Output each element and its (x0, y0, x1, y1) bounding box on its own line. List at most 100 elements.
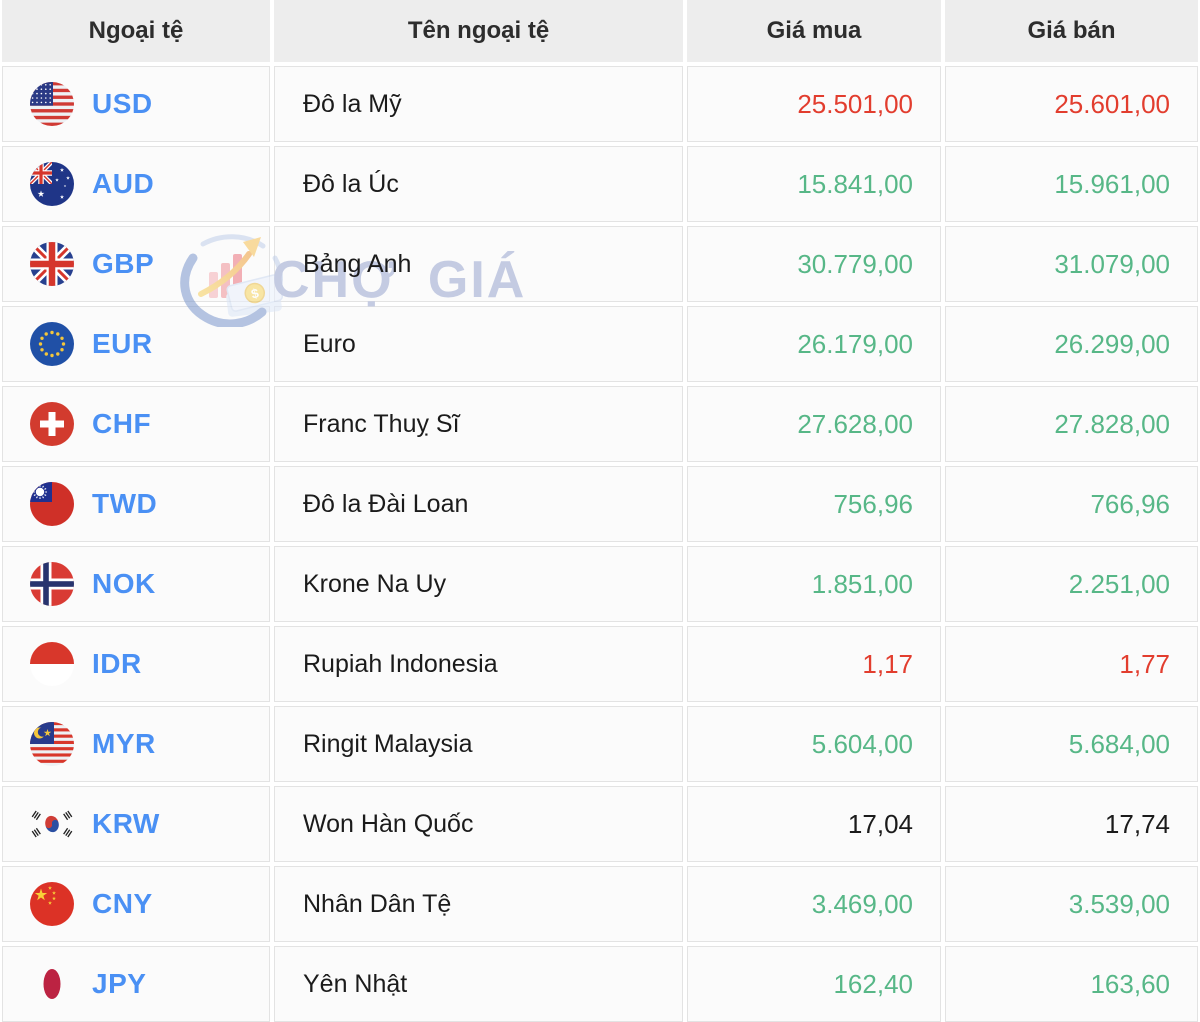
currency-code-link[interactable]: CNY (92, 888, 153, 920)
flag-gbp-icon (30, 242, 74, 286)
sell-price-cell: 163,60 (945, 946, 1198, 1022)
buy-price-cell: 27.628,00 (687, 386, 941, 462)
currency-name: Won Hàn Quốc (303, 809, 474, 838)
buy-price: 756,96 (833, 488, 913, 519)
flag-jpy-icon (43, 969, 61, 999)
currency-name-cell: Krone Na Uy (274, 546, 683, 622)
buy-price: 26.179,00 (797, 328, 913, 359)
currency-code-link[interactable]: KRW (92, 808, 160, 840)
currency-name-cell: Rupiah Indonesia (274, 626, 683, 702)
sell-price-cell: 25.601,00 (945, 66, 1198, 142)
exchange-rate-table: Ngoại tệ Tên ngoại tệ Giá mua Giá bán US… (2, 0, 1198, 1022)
buy-price: 27.628,00 (797, 408, 913, 439)
sell-price: 17,74 (1104, 808, 1170, 839)
flag-container (30, 882, 74, 926)
currency-name: Nhân Dân Tệ (303, 889, 452, 918)
sell-price-cell: 766,96 (945, 466, 1198, 542)
flag-container (30, 642, 74, 686)
flag-container (30, 722, 74, 766)
sell-price: 2.251,00 (1068, 568, 1170, 599)
flag-container (30, 322, 74, 366)
flag-container (30, 482, 74, 526)
flag-container (30, 402, 74, 446)
currency-cell: AUD (2, 146, 270, 222)
currency-code-link[interactable]: NOK (92, 568, 156, 600)
sell-price-cell: 1,77 (945, 626, 1198, 702)
buy-price-cell: 1.851,00 (687, 546, 941, 622)
currency-name: Đô la Đài Loan (303, 489, 469, 518)
buy-price-cell: 162,40 (687, 946, 941, 1022)
flag-myr-icon (30, 722, 74, 766)
buy-price: 1,17 (862, 648, 913, 679)
buy-price: 162,40 (833, 968, 913, 999)
currency-code-link[interactable]: USD (92, 88, 153, 120)
currency-code-link[interactable]: MYR (92, 728, 156, 760)
flag-krw-icon (31, 810, 73, 838)
currency-name-cell: Bảng Anh (274, 226, 683, 302)
currency-cell: JPY (2, 946, 270, 1022)
flag-eur-icon (30, 322, 74, 366)
sell-price-cell: 2.251,00 (945, 546, 1198, 622)
currency-name-cell: Yên Nhật (274, 946, 683, 1022)
currency-name-cell: Nhân Dân Tệ (274, 866, 683, 942)
sell-price: 31.079,00 (1054, 248, 1170, 279)
currency-cell: KRW (2, 786, 270, 862)
buy-price-cell: 30.779,00 (687, 226, 941, 302)
currency-cell: MYR (2, 706, 270, 782)
buy-price-cell: 25.501,00 (687, 66, 941, 142)
buy-price-cell: 756,96 (687, 466, 941, 542)
flag-container (30, 162, 74, 206)
currency-name-cell: Ringit Malaysia (274, 706, 683, 782)
buy-price: 5.604,00 (811, 728, 913, 759)
currency-name-cell: Đô la Úc (274, 146, 683, 222)
flag-usd-icon (30, 82, 74, 126)
currency-code-link[interactable]: EUR (92, 328, 153, 360)
currency-cell: IDR (2, 626, 270, 702)
buy-price: 3.469,00 (811, 888, 913, 919)
currency-name: Bảng Anh (303, 249, 412, 278)
buy-price-cell: 15.841,00 (687, 146, 941, 222)
column-header-name: Tên ngoại tệ (274, 0, 683, 62)
flag-container (30, 82, 74, 126)
currency-name-cell: Won Hàn Quốc (274, 786, 683, 862)
buy-price: 17,04 (847, 808, 913, 839)
sell-price-cell: 17,74 (945, 786, 1198, 862)
currency-code-link[interactable]: AUD (92, 168, 154, 200)
buy-price: 30.779,00 (797, 248, 913, 279)
sell-price: 766,96 (1090, 488, 1170, 519)
currency-name: Krone Na Uy (303, 569, 447, 598)
currency-name-cell: Đô la Đài Loan (274, 466, 683, 542)
sell-price-cell: 5.684,00 (945, 706, 1198, 782)
currency-cell: TWD (2, 466, 270, 542)
page: Ngoại tệ Tên ngoại tệ Giá mua Giá bán US… (2, 0, 1198, 1022)
buy-price-cell: 1,17 (687, 626, 941, 702)
currency-cell: EUR (2, 306, 270, 382)
sell-price: 27.828,00 (1054, 408, 1170, 439)
sell-price-cell: 31.079,00 (945, 226, 1198, 302)
column-header-buy: Giá mua (687, 0, 941, 62)
currency-code-link[interactable]: CHF (92, 408, 151, 440)
currency-code-link[interactable]: GBP (92, 248, 154, 280)
sell-price: 5.684,00 (1068, 728, 1170, 759)
currency-name: Franc Thuỵ Sĩ (303, 409, 460, 438)
sell-price: 163,60 (1090, 968, 1170, 999)
flag-twd-icon (30, 482, 74, 526)
currency-name: Yên Nhật (303, 969, 408, 998)
currency-cell: CNY (2, 866, 270, 942)
buy-price-cell: 3.469,00 (687, 866, 941, 942)
sell-price: 3.539,00 (1068, 888, 1170, 919)
currency-cell: USD (2, 66, 270, 142)
currency-code-link[interactable]: JPY (92, 968, 146, 1000)
currency-name-cell: Franc Thuỵ Sĩ (274, 386, 683, 462)
currency-cell: CHF (2, 386, 270, 462)
currency-code-link[interactable]: IDR (92, 648, 142, 680)
sell-price-cell: 3.539,00 (945, 866, 1198, 942)
flag-nok-icon (30, 562, 74, 606)
flag-aud-icon (30, 162, 74, 206)
currency-code-link[interactable]: TWD (92, 488, 157, 520)
currency-name: Ringit Malaysia (303, 729, 473, 758)
column-header-currency: Ngoại tệ (2, 0, 270, 62)
sell-price: 15.961,00 (1054, 168, 1170, 199)
currency-cell: NOK (2, 546, 270, 622)
sell-price-cell: 27.828,00 (945, 386, 1198, 462)
